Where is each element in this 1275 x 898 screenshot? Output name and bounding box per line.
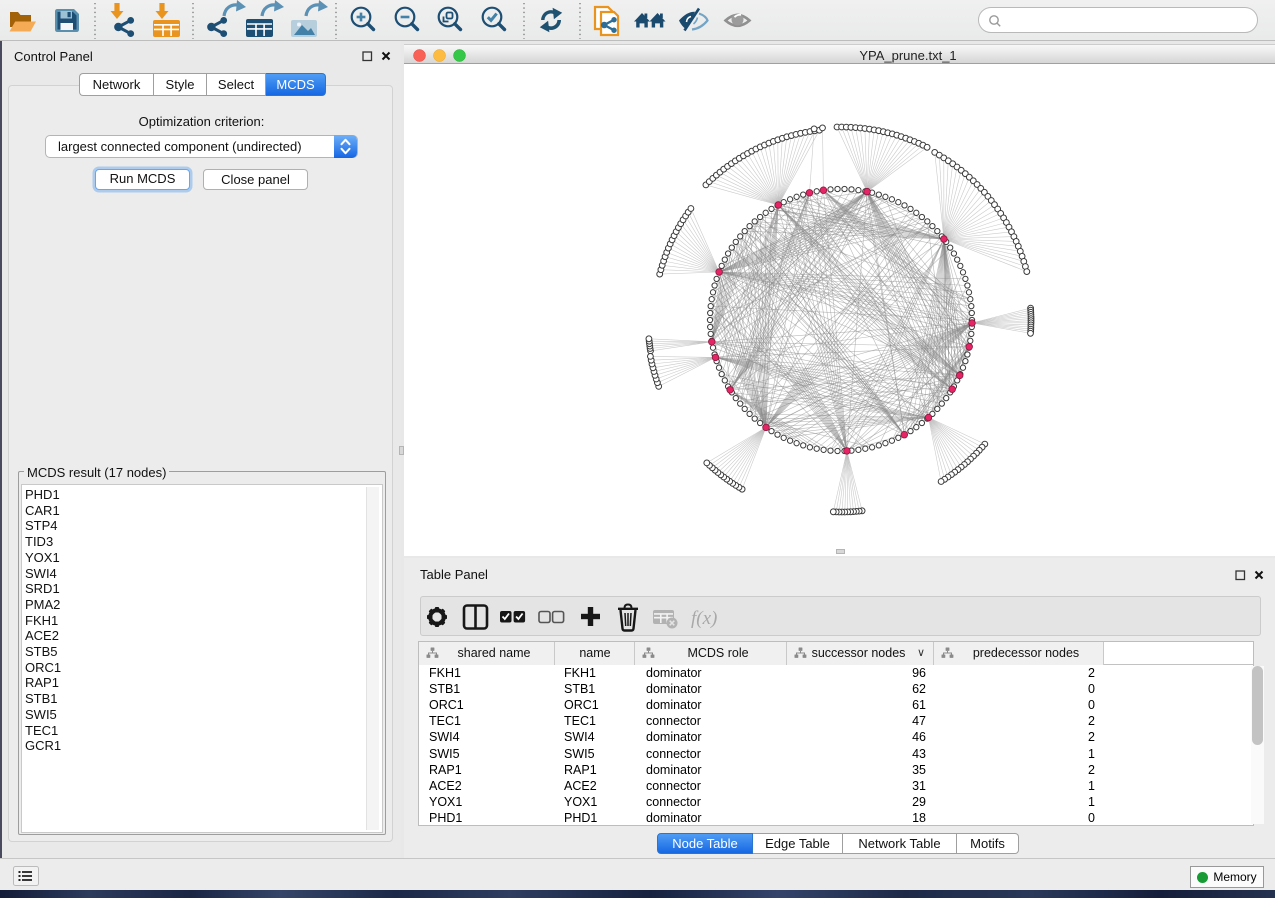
svg-text:f(x): f(x) [691,608,717,629]
